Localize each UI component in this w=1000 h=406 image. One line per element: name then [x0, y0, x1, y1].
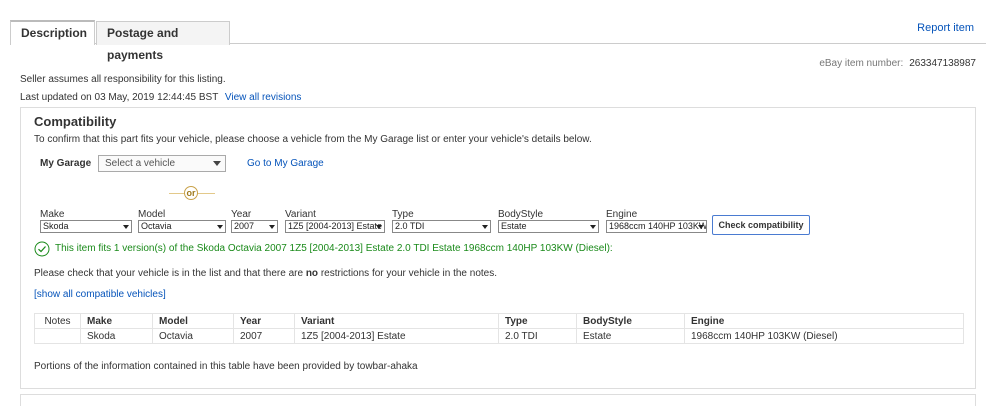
compatibility-intro: To confirm that this part fits your vehi… — [34, 134, 592, 145]
compatibility-title: Compatibility — [34, 114, 117, 129]
model-select-value: Octavia — [141, 221, 172, 231]
bodystyle-select-value: Estate — [501, 221, 527, 231]
column-header-notes: Notes — [34, 313, 81, 329]
type-select-value: 2.0 TDI — [395, 221, 425, 231]
item-number-label: eBay item number: — [819, 58, 904, 69]
my-garage-label: My Garage — [40, 158, 92, 169]
my-garage-select[interactable]: Select a vehicle — [98, 155, 226, 172]
my-garage-select-value: Select a vehicle — [105, 158, 176, 169]
check-message-after: restrictions for your vehicle in the not… — [318, 268, 498, 279]
model-select[interactable]: Octavia — [138, 220, 226, 233]
cell-year: 2007 — [233, 328, 295, 344]
check-message-bold: no — [305, 268, 319, 279]
tab-postage-and-payments[interactable]: Postage and payments — [96, 21, 230, 62]
table-header-row: Notes Make Model Year Variant Type BodyS… — [34, 313, 964, 329]
variant-label: Variant — [285, 209, 316, 220]
column-header-variant: Variant — [294, 313, 499, 329]
or-badge: or — [184, 186, 198, 200]
column-header-make: Make — [80, 313, 153, 329]
compatibility-panel: Compatibility To confirm that this part … — [20, 107, 976, 389]
cell-make: Skoda — [80, 328, 153, 344]
chevron-down-icon — [123, 225, 129, 229]
portions-note: Portions of the information contained in… — [34, 361, 418, 372]
check-circle-icon — [34, 241, 50, 257]
last-updated-label: Last updated on — [20, 92, 92, 103]
tab-bar: Description Postage and payments — [10, 20, 986, 62]
seller-note: Seller assumes all responsibility for th… — [20, 74, 226, 85]
cell-model: Octavia — [152, 328, 234, 344]
report-item-link[interactable]: Report item — [917, 22, 974, 34]
check-message: Please check that your vehicle is in the… — [34, 268, 497, 279]
variant-select[interactable]: 1Z5 [2004-2013] Estate — [285, 220, 385, 233]
compatibility-table: Notes Make Model Year Variant Type BodyS… — [34, 313, 964, 344]
engine-label: Engine — [606, 209, 638, 220]
fit-message: This item fits 1 version(s) of the Skoda… — [55, 243, 613, 254]
chevron-down-icon — [376, 225, 382, 229]
view-all-revisions-link[interactable]: View all revisions — [225, 92, 302, 103]
table-row: Skoda Octavia 2007 1Z5 [2004-2013] Estat… — [34, 328, 964, 344]
column-header-bodystyle: BodyStyle — [576, 313, 685, 329]
make-label: Make — [40, 209, 65, 220]
chevron-down-icon — [213, 161, 221, 166]
type-label: Type — [392, 209, 414, 220]
tab-description[interactable]: Description — [10, 20, 95, 45]
type-select[interactable]: 2.0 TDI — [392, 220, 491, 233]
bodystyle-select[interactable]: Estate — [498, 220, 599, 233]
check-compatibility-button[interactable]: Check compatibility — [712, 215, 810, 235]
chevron-down-icon — [217, 225, 223, 229]
show-all-compatible-vehicles-link[interactable]: [show all compatible vehicles] — [34, 289, 166, 300]
variant-select-value: 1Z5 [2004-2013] Estate — [288, 221, 383, 231]
engine-select-value: 1968ccm 140HP 103KW (Diesel) — [609, 221, 707, 231]
cell-variant: 1Z5 [2004-2013] Estate — [294, 328, 499, 344]
go-to-my-garage-link[interactable]: Go to My Garage — [247, 158, 324, 169]
model-label: Model — [138, 209, 166, 220]
bodystyle-label: BodyStyle — [498, 209, 544, 220]
cell-engine: 1968ccm 140HP 103KW (Diesel) — [684, 328, 964, 344]
column-header-engine: Engine — [684, 313, 964, 329]
year-select-value: 2007 — [234, 221, 255, 231]
chevron-down-icon — [482, 225, 488, 229]
make-select-value: Skoda — [43, 221, 69, 231]
cell-type: 2.0 TDI — [498, 328, 577, 344]
column-header-type: Type — [498, 313, 577, 329]
cell-notes — [34, 328, 81, 344]
engine-select[interactable]: 1968ccm 140HP 103KW (Diesel) — [606, 220, 707, 233]
make-select[interactable]: Skoda — [40, 220, 132, 233]
item-number-value: 263347138987 — [909, 58, 976, 69]
column-header-year: Year — [233, 313, 295, 329]
column-header-model: Model — [152, 313, 234, 329]
year-label: Year — [231, 209, 252, 220]
next-section-panel — [20, 394, 976, 406]
last-updated: Last updated on 03 May, 2019 12:44:45 BS… — [20, 92, 301, 103]
item-number: eBay item number: 263347138987 — [819, 58, 976, 69]
year-select[interactable]: 2007 — [231, 220, 278, 233]
chevron-down-icon — [269, 225, 275, 229]
cell-bodystyle: Estate — [576, 328, 685, 344]
last-updated-value: 03 May, 2019 12:44:45 BST — [94, 92, 219, 103]
chevron-down-icon — [698, 225, 704, 229]
check-message-before: Please check that your vehicle is in the… — [34, 268, 306, 279]
chevron-down-icon — [590, 225, 596, 229]
